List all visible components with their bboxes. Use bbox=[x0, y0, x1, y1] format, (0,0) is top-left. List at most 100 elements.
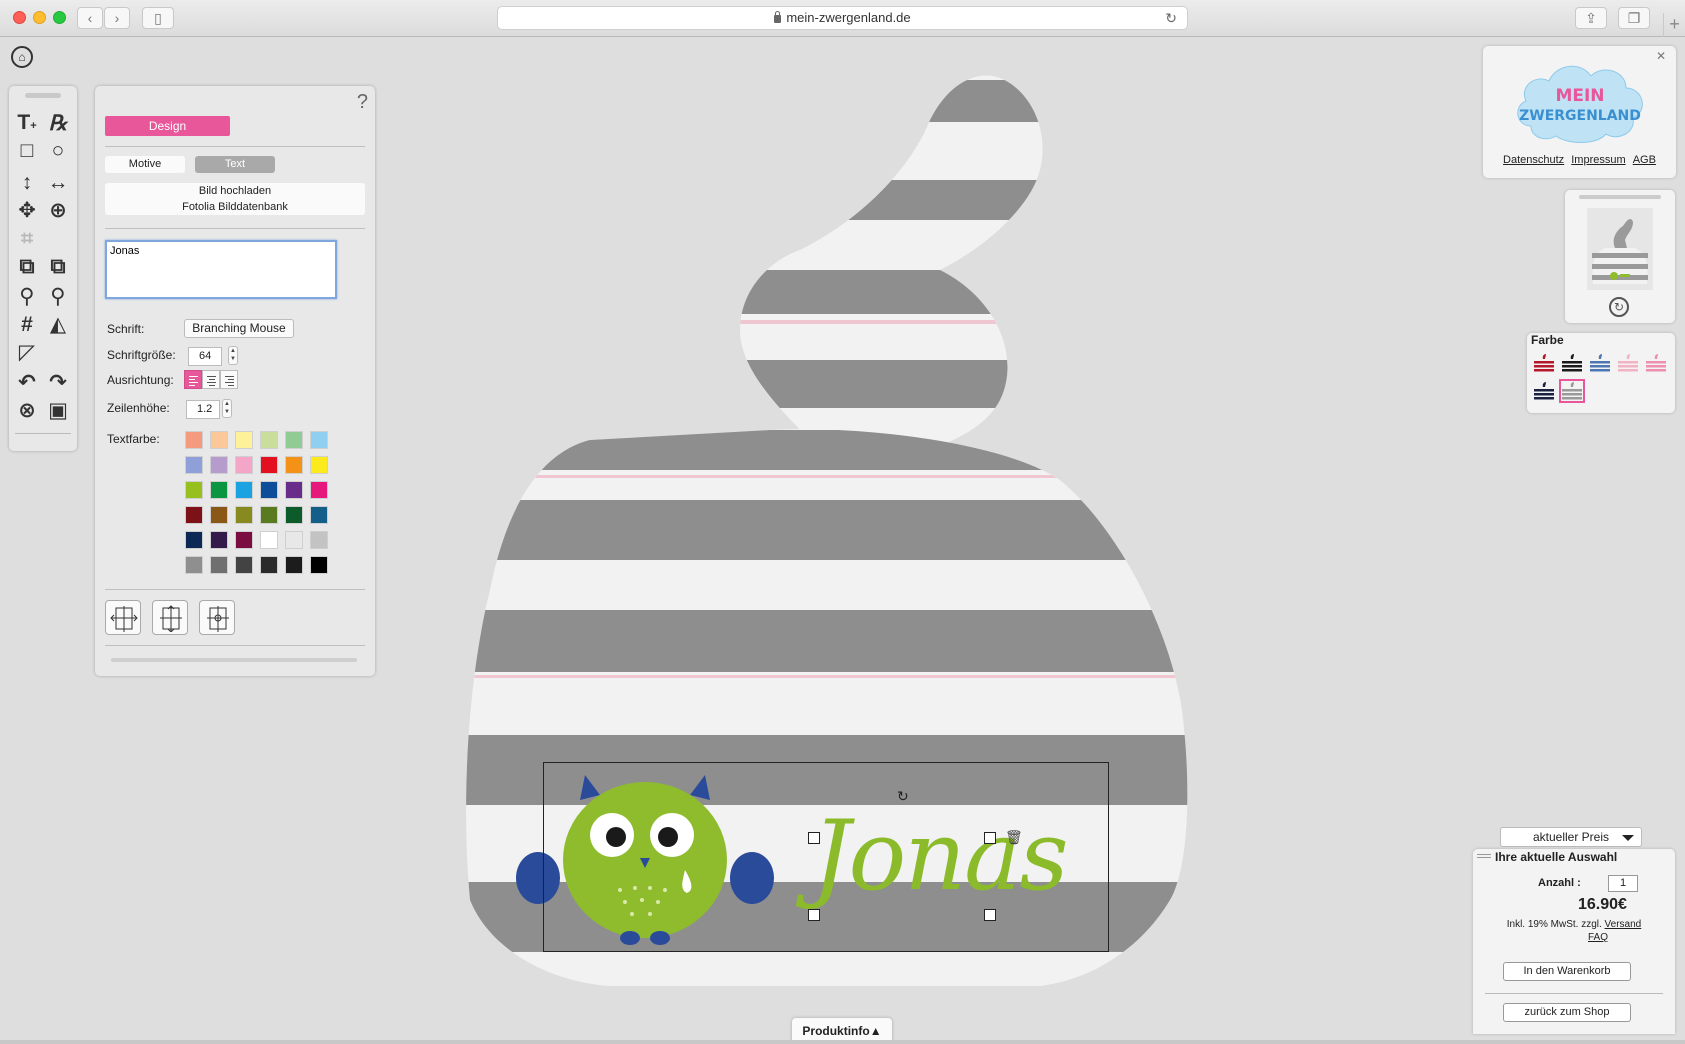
upload-image-link[interactable]: Bild hochladen bbox=[105, 183, 365, 199]
trash-icon[interactable]: 🗑 bbox=[1005, 829, 1023, 846]
color-swatch[interactable] bbox=[185, 456, 203, 474]
design-button[interactable]: Design bbox=[105, 116, 230, 136]
impressum-link[interactable]: Impressum bbox=[1571, 154, 1625, 166]
drag-handle[interactable] bbox=[1579, 195, 1661, 199]
color-swatch[interactable] bbox=[235, 556, 253, 574]
forward-button[interactable]: › bbox=[104, 7, 130, 29]
color-variant-option[interactable] bbox=[1645, 353, 1667, 373]
align-center-button[interactable] bbox=[202, 370, 220, 389]
grid-icon[interactable]: # bbox=[14, 312, 40, 338]
zoom-out-icon[interactable]: ⚲ bbox=[14, 284, 40, 310]
fit-height-button[interactable] bbox=[152, 600, 188, 635]
skew-icon[interactable]: ◸ bbox=[14, 340, 40, 366]
color-swatch[interactable] bbox=[210, 431, 228, 449]
add-ellipse-icon[interactable]: ○ bbox=[45, 138, 71, 164]
color-variant-option[interactable] bbox=[1617, 353, 1639, 373]
datenschutz-link[interactable]: Datenschutz bbox=[1503, 154, 1564, 166]
fontsize-stepper[interactable]: ▲ ▼ bbox=[228, 346, 238, 365]
zoom-in-icon[interactable]: ⚲ bbox=[45, 284, 71, 310]
move-icon[interactable]: ✥ bbox=[14, 198, 40, 224]
maximize-window-button[interactable] bbox=[53, 11, 66, 24]
color-swatch[interactable] bbox=[310, 456, 328, 474]
horizontal-resize-icon[interactable]: ↔ bbox=[45, 170, 71, 196]
color-swatch[interactable] bbox=[285, 506, 303, 524]
color-swatch[interactable] bbox=[310, 481, 328, 499]
resize-handle[interactable] bbox=[808, 832, 820, 844]
resize-handle[interactable] bbox=[984, 832, 996, 844]
bring-forward-icon[interactable]: ⧉ bbox=[45, 254, 71, 280]
vertical-resize-icon[interactable]: ↕ bbox=[14, 170, 40, 196]
color-swatch[interactable] bbox=[185, 556, 203, 574]
refresh-icon[interactable]: ↻ bbox=[1609, 297, 1629, 317]
color-swatch[interactable] bbox=[260, 506, 278, 524]
color-variant-option[interactable] bbox=[1559, 379, 1585, 403]
resize-handle[interactable] bbox=[984, 909, 996, 921]
color-variant-option[interactable] bbox=[1589, 353, 1611, 373]
color-swatch[interactable] bbox=[260, 481, 278, 499]
undo-icon[interactable]: ↶ bbox=[14, 370, 40, 396]
color-swatch[interactable] bbox=[260, 431, 278, 449]
add-rectangle-icon[interactable]: □ bbox=[14, 138, 40, 164]
color-swatch[interactable] bbox=[310, 531, 328, 549]
close-icon[interactable]: ✕ bbox=[1656, 49, 1666, 63]
send-backward-icon[interactable]: ⧉ bbox=[14, 254, 40, 280]
agb-link[interactable]: AGB bbox=[1633, 154, 1656, 166]
product-thumbnail[interactable] bbox=[1587, 208, 1653, 290]
color-swatch[interactable] bbox=[210, 481, 228, 499]
color-variant-option[interactable] bbox=[1561, 353, 1583, 373]
drag-handle[interactable] bbox=[25, 93, 61, 98]
redo-icon[interactable]: ↷ bbox=[45, 370, 71, 396]
save-icon[interactable]: ▣ bbox=[45, 398, 71, 424]
color-swatch[interactable] bbox=[285, 431, 303, 449]
close-window-button[interactable] bbox=[13, 11, 26, 24]
rotate-icon[interactable]: ↻ bbox=[897, 788, 909, 805]
delete-all-icon[interactable]: ⊗ bbox=[14, 398, 40, 424]
color-swatch[interactable] bbox=[185, 506, 203, 524]
align-left-button[interactable] bbox=[184, 370, 202, 389]
color-swatch[interactable] bbox=[210, 506, 228, 524]
new-tab-button[interactable]: + bbox=[1663, 13, 1685, 37]
tab-motive[interactable]: Motive bbox=[105, 156, 185, 173]
color-swatch[interactable] bbox=[285, 531, 303, 549]
panel-scrollbar[interactable] bbox=[111, 658, 357, 662]
fotolia-link[interactable]: Fotolia Bilddatenbank bbox=[105, 199, 365, 215]
color-swatch[interactable] bbox=[235, 506, 253, 524]
color-swatch[interactable] bbox=[285, 481, 303, 499]
color-swatch[interactable] bbox=[310, 431, 328, 449]
color-swatch[interactable] bbox=[260, 531, 278, 549]
color-swatch[interactable] bbox=[260, 556, 278, 574]
color-swatch[interactable] bbox=[185, 431, 203, 449]
minimize-window-button[interactable] bbox=[33, 11, 46, 24]
add-text-icon[interactable]: T+ bbox=[14, 110, 40, 136]
color-swatch[interactable] bbox=[185, 481, 203, 499]
color-swatch[interactable] bbox=[235, 431, 253, 449]
font-select[interactable]: Branching Mouse bbox=[184, 319, 294, 338]
reload-icon[interactable]: ↻ bbox=[1165, 7, 1177, 29]
help-icon[interactable]: ? bbox=[357, 91, 368, 114]
color-swatch[interactable] bbox=[260, 456, 278, 474]
color-swatch[interactable] bbox=[235, 456, 253, 474]
color-swatch[interactable] bbox=[210, 556, 228, 574]
sidebar-toggle-button[interactable]: ▯ bbox=[142, 7, 174, 29]
tab-text[interactable]: Text bbox=[195, 156, 275, 173]
color-swatch[interactable] bbox=[310, 556, 328, 574]
color-swatch[interactable] bbox=[210, 531, 228, 549]
center-design-button[interactable] bbox=[199, 600, 235, 635]
tabs-overview-button[interactable]: ❐ bbox=[1618, 7, 1650, 29]
text-input[interactable]: Jonas bbox=[105, 240, 337, 299]
shipping-link[interactable]: Versand bbox=[1605, 919, 1642, 930]
add-to-cart-button[interactable]: In den Warenkorb bbox=[1503, 962, 1631, 981]
quantity-input[interactable]: 1 bbox=[1608, 875, 1638, 892]
home-icon[interactable]: ⌂ bbox=[11, 46, 33, 68]
lineheight-input[interactable]: 1.2 bbox=[186, 400, 220, 419]
back-to-shop-button[interactable]: zurück zum Shop bbox=[1503, 1003, 1631, 1022]
address-bar[interactable]: mein-zwergenland.de ↻ bbox=[497, 6, 1188, 30]
mirror-icon[interactable]: ◭ bbox=[45, 312, 71, 338]
resize-handle[interactable] bbox=[808, 909, 820, 921]
color-swatch[interactable] bbox=[285, 556, 303, 574]
share-button[interactable]: ⇪ bbox=[1575, 7, 1607, 29]
color-swatch[interactable] bbox=[310, 506, 328, 524]
color-swatch[interactable] bbox=[285, 456, 303, 474]
color-swatch[interactable] bbox=[235, 531, 253, 549]
align-right-button[interactable] bbox=[220, 370, 238, 389]
